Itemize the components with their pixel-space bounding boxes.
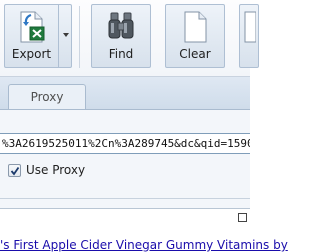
- page-icon: [244, 11, 257, 47]
- url-field[interactable]: %3A2619525011%2Cn%3A289745&dc&qid=1590: [0, 133, 250, 154]
- checkmark-icon: [10, 166, 20, 176]
- export-dropdown-button[interactable]: [58, 4, 72, 68]
- ribbon-separator: [79, 6, 80, 68]
- image-placeholder-icon: [238, 213, 247, 222]
- panel-divider: [0, 198, 250, 199]
- use-proxy-label: Use Proxy: [26, 163, 86, 177]
- tab-proxy-label: Proxy: [30, 90, 64, 104]
- excel-export-icon: [18, 11, 46, 47]
- clear-button[interactable]: Clear: [165, 4, 225, 68]
- blank-page-icon: [182, 11, 208, 47]
- tab-proxy[interactable]: Proxy: [8, 84, 86, 109]
- use-proxy-checkbox[interactable]: [8, 164, 21, 177]
- binoculars-icon: [106, 11, 136, 45]
- find-button[interactable]: Find: [91, 4, 151, 68]
- export-label: Export: [11, 47, 52, 61]
- overflow-ribbon-button[interactable]: [239, 4, 259, 68]
- chevron-down-icon: [63, 33, 69, 37]
- find-label: Find: [108, 47, 134, 61]
- clear-label: Clear: [179, 47, 211, 61]
- export-button[interactable]: Export: [4, 4, 58, 68]
